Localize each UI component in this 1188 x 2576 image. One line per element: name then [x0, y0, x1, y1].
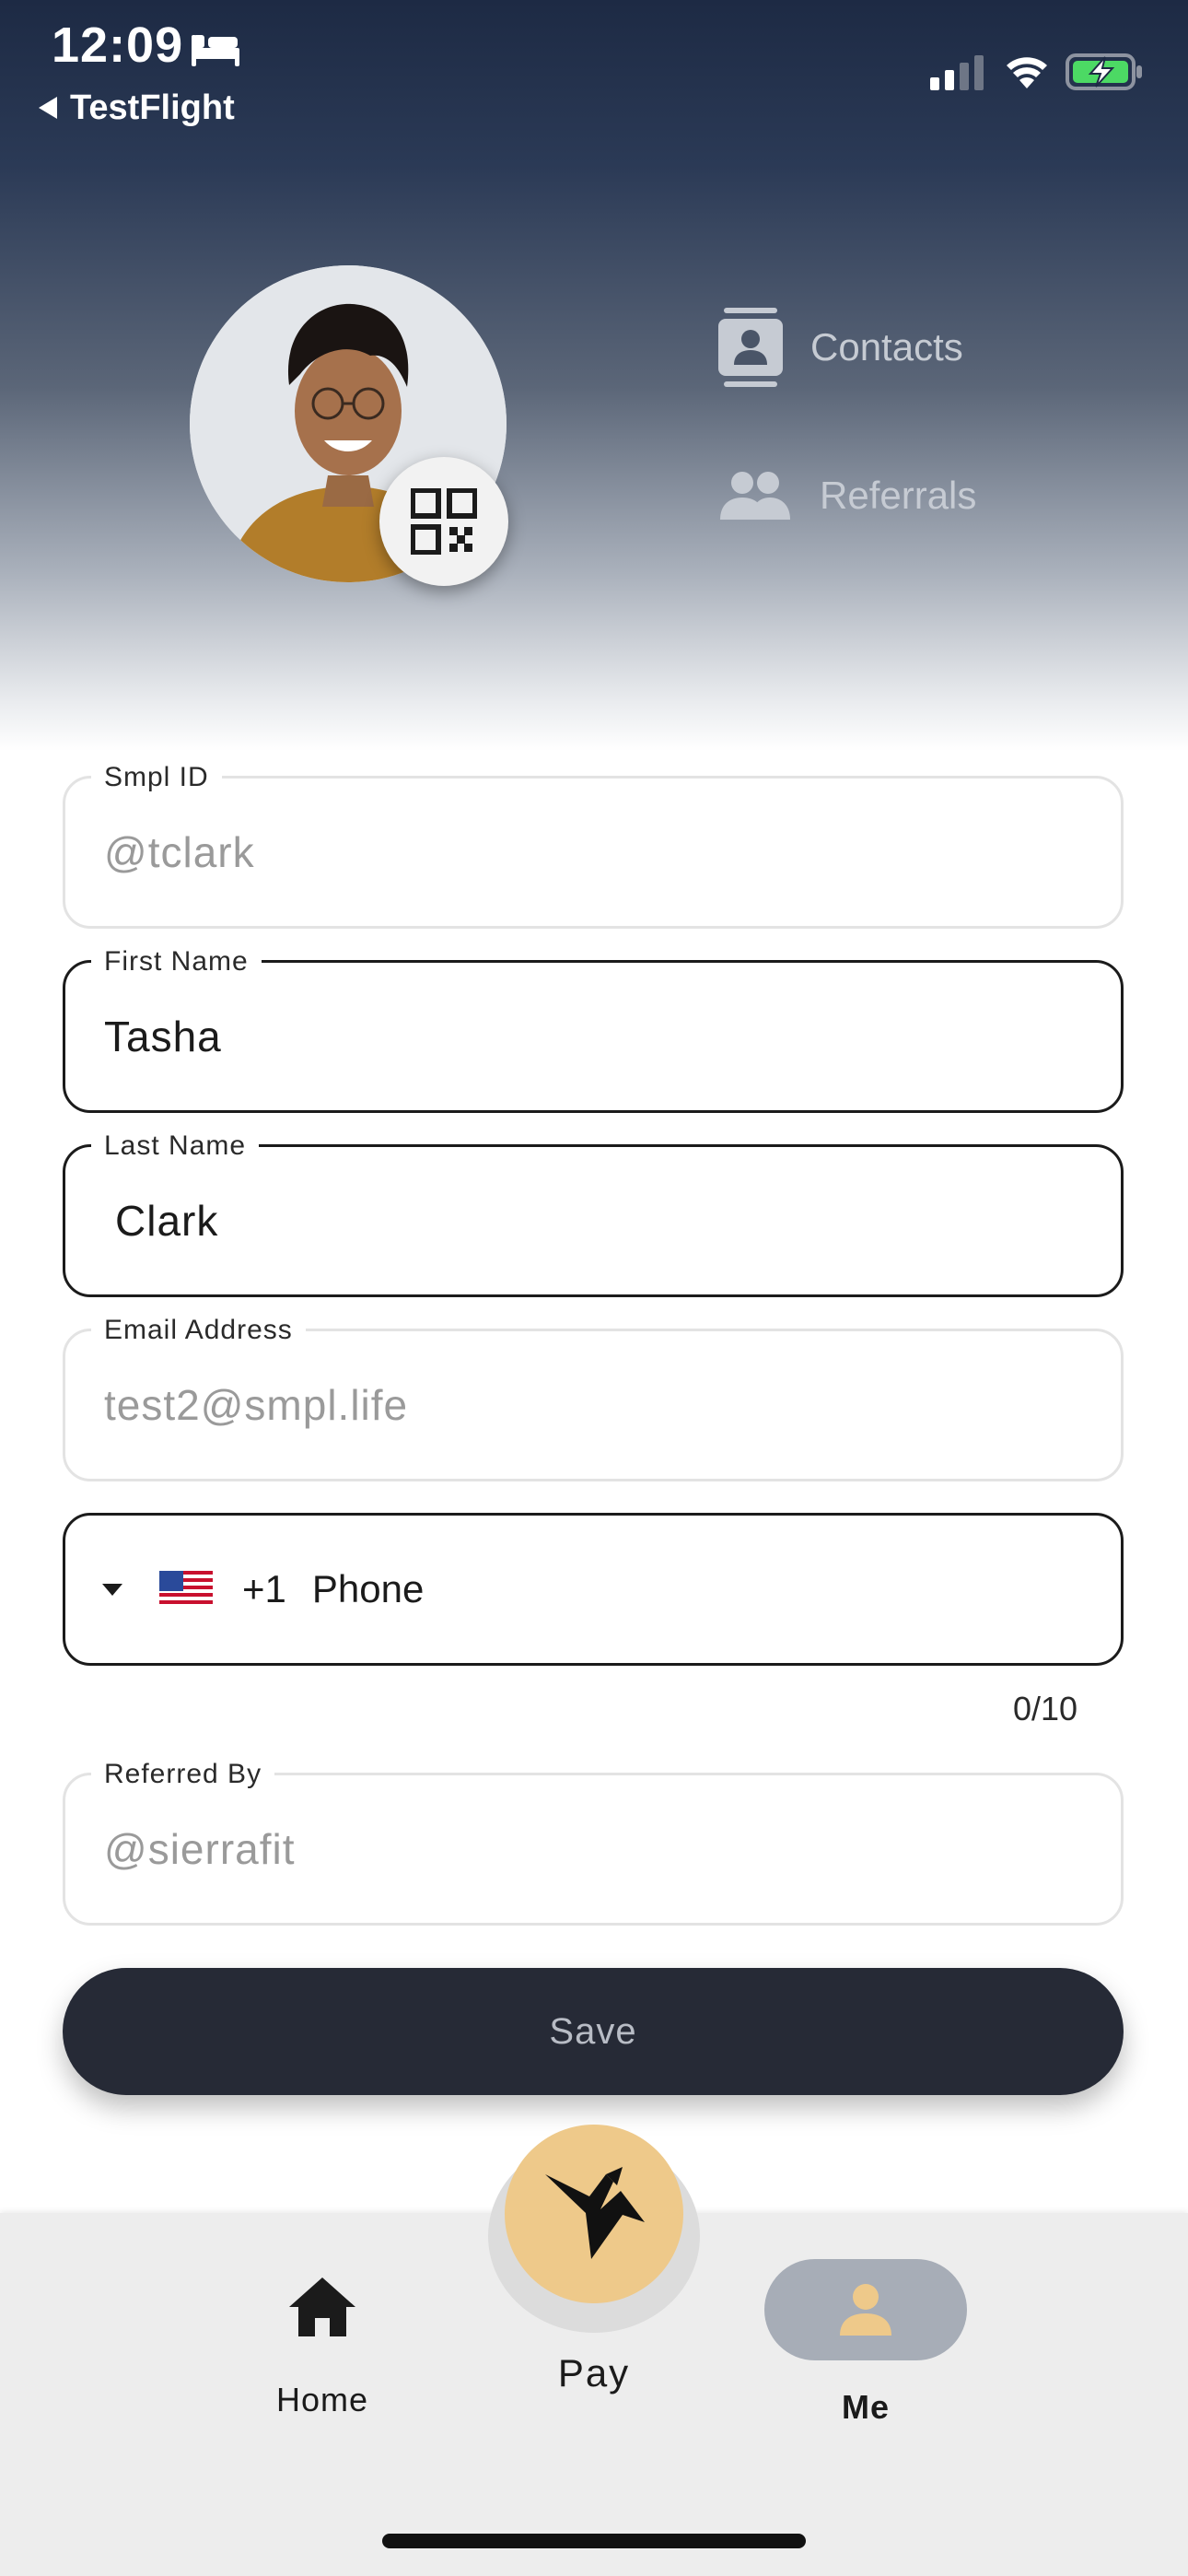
pay-button[interactable]	[505, 2125, 683, 2303]
pay-label: Pay	[557, 2351, 631, 2395]
home-icon	[289, 2277, 355, 2336]
phone-field[interactable]: +1 Phone	[63, 1513, 1124, 1666]
me-active-pill	[764, 2259, 967, 2360]
home-indicator[interactable]	[382, 2534, 806, 2548]
tab-home[interactable]: Home	[239, 2276, 405, 2419]
last-name-field[interactable]: Last Name Clark	[63, 1130, 1124, 1297]
referrals-label: Referrals	[820, 474, 977, 517]
first-name-value: Tasha	[104, 1013, 222, 1060]
smpl-id-field[interactable]: Smpl ID @tclark	[63, 762, 1124, 929]
qr-code-icon	[411, 488, 477, 555]
first-name-field[interactable]: First Name Tasha	[63, 946, 1124, 1113]
sleep-focus-icon	[192, 35, 239, 66]
email-value: test2@smpl.life	[104, 1381, 409, 1429]
back-app-label: TestFlight	[70, 88, 235, 127]
back-arrow-icon	[39, 97, 57, 119]
battery-charging-icon	[1066, 53, 1142, 90]
tab-me[interactable]: Me	[764, 2259, 967, 2427]
back-to-testflight[interactable]: TestFlight	[39, 85, 235, 131]
person-icon	[840, 2284, 891, 2336]
smpl-id-value: @tclark	[104, 828, 255, 876]
phone-row: +1 Phone	[102, 1516, 424, 1663]
save-button[interactable]: Save	[63, 1968, 1124, 2095]
last-name-value: Clark	[115, 1197, 219, 1245]
me-label: Me	[841, 2388, 890, 2426]
smpl-bird-logo-icon	[545, 2167, 645, 2259]
referred-by-field[interactable]: Referred By @sierrafit	[63, 1759, 1124, 1926]
status-time: 12:09	[52, 18, 184, 73]
qr-code-button[interactable]	[379, 457, 508, 586]
referrals-people-icon	[720, 472, 790, 520]
country-code: +1	[242, 1567, 286, 1610]
contacts-icon	[718, 308, 783, 387]
cellular-signal-icon	[930, 55, 984, 90]
email-field[interactable]: Email Address test2@smpl.life	[63, 1315, 1124, 1481]
phone-placeholder: Phone	[311, 1567, 425, 1610]
home-label: Home	[275, 2381, 369, 2418]
country-dropdown-caret-icon[interactable]	[102, 1583, 122, 1596]
contacts-label: Contacts	[810, 325, 963, 369]
contacts-link[interactable]: Contacts	[718, 308, 963, 387]
phone-char-counter: 0/10	[1013, 1690, 1078, 1727]
us-flag-icon[interactable]	[159, 1571, 213, 1608]
referred-by-value: @sierrafit	[104, 1825, 296, 1873]
wifi-icon	[1007, 57, 1047, 88]
referrals-link[interactable]: Referrals	[718, 470, 976, 521]
